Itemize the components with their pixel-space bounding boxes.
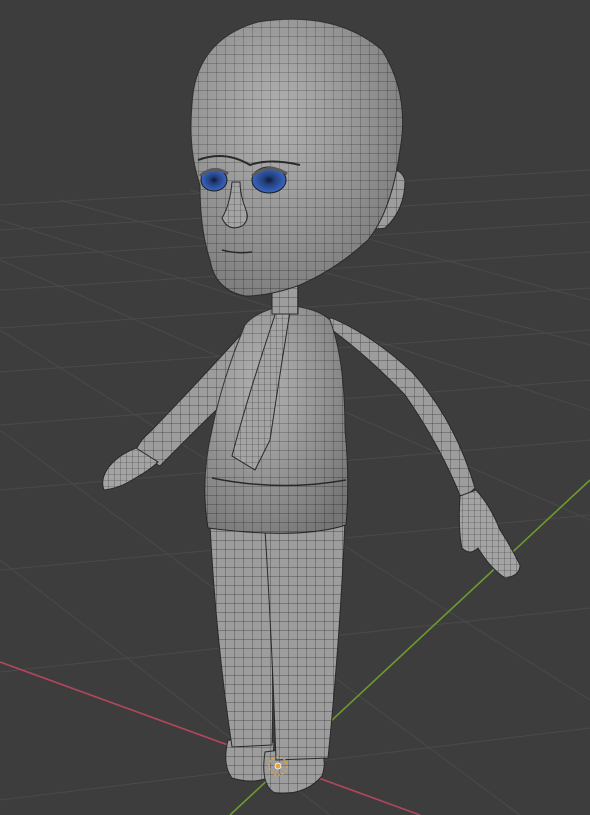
- 3d-viewport[interactable]: [0, 0, 590, 815]
- right-hand[interactable]: [458, 489, 521, 579]
- character-mesh[interactable]: [102, 18, 521, 794]
- head-shading: [191, 19, 403, 296]
- left-leg[interactable]: [209, 524, 274, 748]
- viewport-canvas[interactable]: [0, 0, 590, 815]
- right-leg[interactable]: [264, 519, 346, 761]
